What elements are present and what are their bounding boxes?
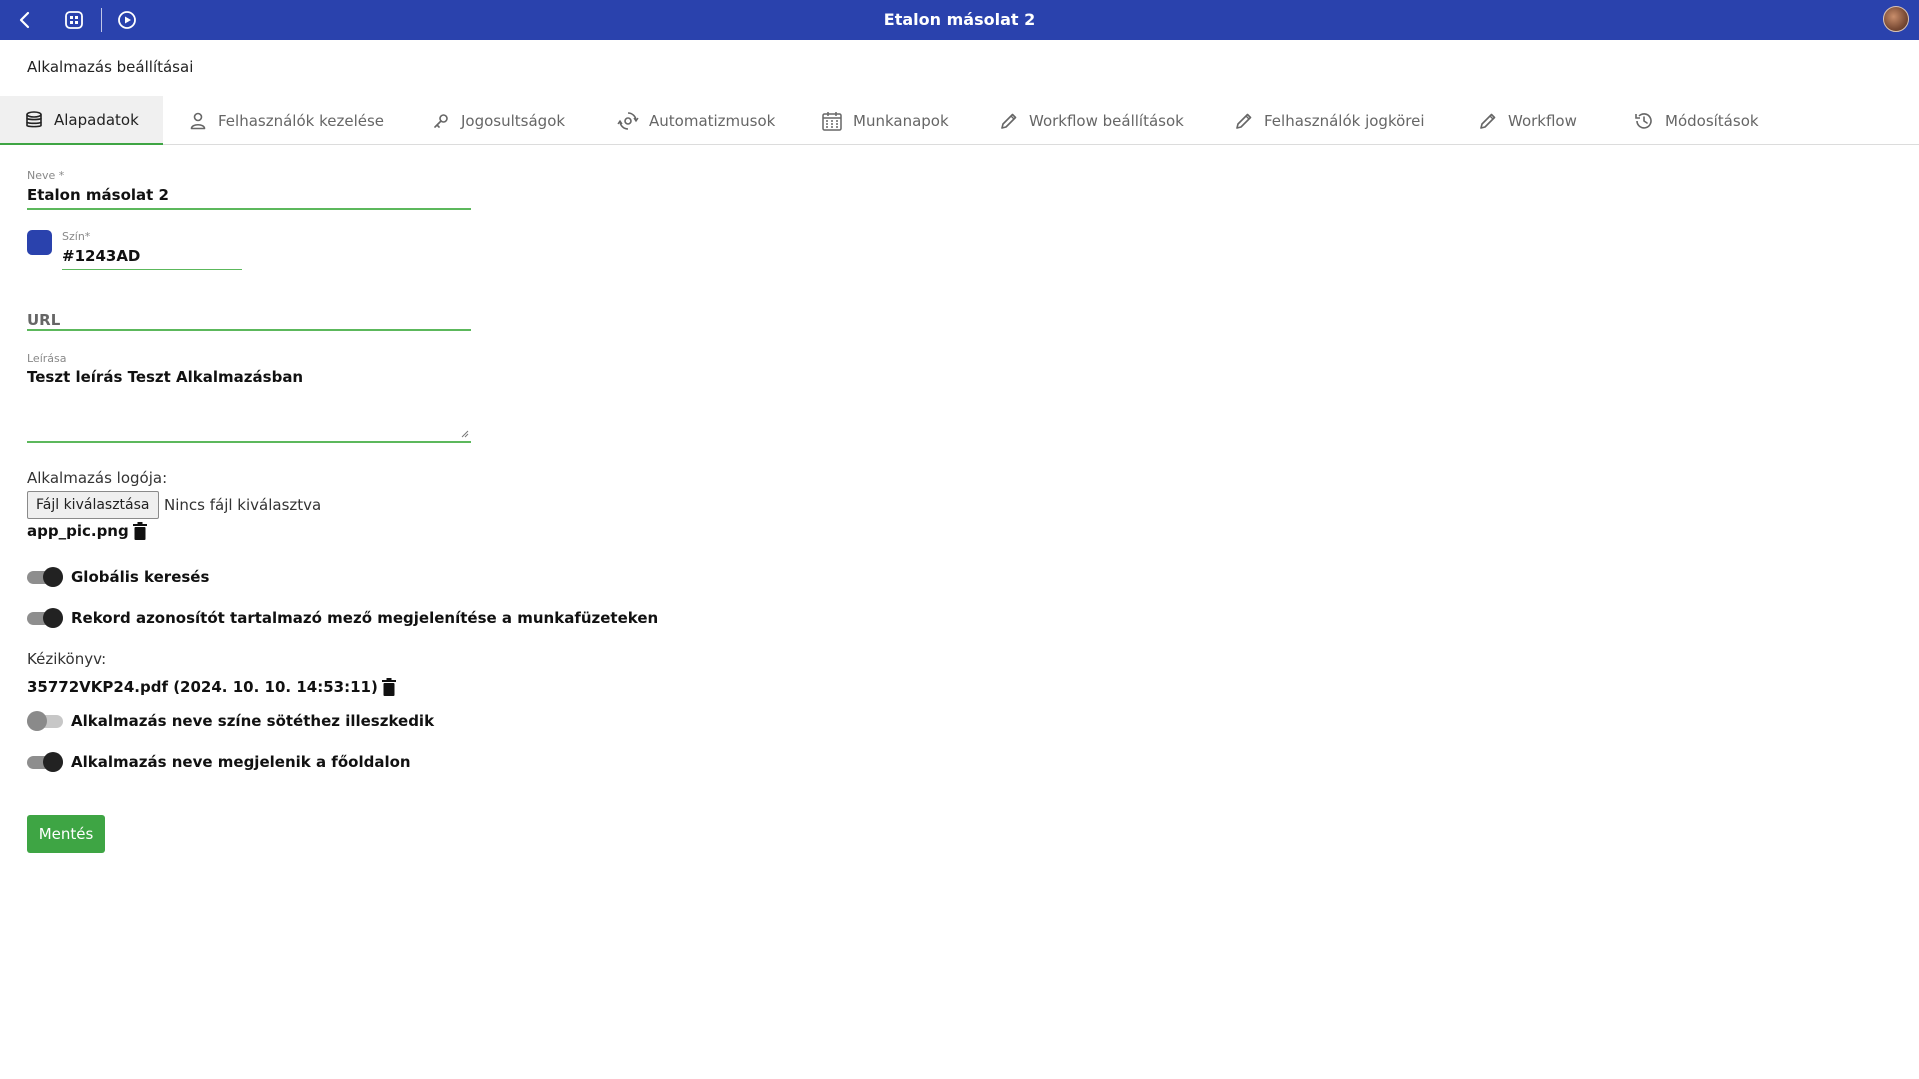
toggle-row-record-id: Rekord azonosítót tartalmazó mező megjel… [27, 608, 658, 628]
dark-name-toggle[interactable] [27, 711, 63, 731]
tab-label: Felhasználók kezelése [218, 111, 385, 130]
logo-file-name: app_pic.png [27, 522, 129, 540]
toggle-row-dark-name: Alkalmazás neve színe sötéthez illeszked… [27, 711, 434, 731]
user-icon [190, 112, 206, 129]
save-button[interactable]: Mentés [27, 815, 105, 853]
toggle-label: Rekord azonosítót tartalmazó mező megjel… [71, 609, 659, 627]
manual-label: Kézikönyv: [27, 650, 107, 668]
name-field-label: Neve * [27, 169, 65, 182]
color-input[interactable]: #1243AD [62, 247, 140, 265]
url-input[interactable]: URL [27, 311, 60, 329]
tab-munkanapok[interactable]: Munkanapok [797, 96, 973, 145]
tab-label: Workflow beállítások [1029, 111, 1184, 130]
toggle-label: Globális keresés [71, 568, 210, 586]
choose-file-button[interactable]: Fájl kiválasztása [27, 491, 159, 519]
name-field-underline [27, 208, 471, 210]
color-field-underline [62, 269, 242, 270]
page-heading: Alkalmazás beállításai [27, 58, 194, 76]
tab-label: Alapadatok [54, 110, 139, 129]
manual-file-row: 35772VKP24.pdf (2024. 10. 10. 14:53:11) [27, 678, 396, 696]
toggle-row-show-on-home: Alkalmazás neve megjelenik a főoldalon [27, 752, 411, 772]
color-field-label: Szín* [62, 230, 91, 243]
tab-bar: Alapadatok Felhasználók kezelése Jogosul… [0, 96, 1919, 145]
toggle-label: Alkalmazás neve színe sötéthez illeszked… [71, 712, 435, 730]
record-id-toggle[interactable] [27, 608, 63, 628]
window-title: Etalon másolat 2 [883, 10, 1036, 29]
trash-icon [381, 678, 396, 696]
tab-felhasznalok-kezelese[interactable]: Felhasználók kezelése [164, 96, 408, 145]
top-bar: Etalon másolat 2 [0, 0, 1919, 40]
tab-jogosultsagok[interactable]: Jogosultságok [407, 96, 589, 145]
color-swatch[interactable] [27, 230, 52, 255]
tab-label: Workflow [1508, 111, 1577, 130]
global-search-toggle[interactable] [27, 567, 63, 587]
description-textarea[interactable]: Teszt leírás Teszt Alkalmazásban [27, 368, 303, 386]
pencil-icon [1480, 113, 1496, 129]
description-field-label: Leírása [27, 352, 67, 365]
delete-logo-button[interactable] [132, 522, 147, 540]
delete-manual-button[interactable] [381, 678, 396, 696]
pencil-icon [1001, 113, 1017, 129]
description-field-underline [27, 441, 471, 443]
toggle-label: Alkalmazás neve megjelenik a főoldalon [71, 753, 411, 771]
tab-label: Automatizmusok [649, 111, 776, 130]
logo-label: Alkalmazás logója: [27, 469, 168, 487]
tab-label: Munkanapok [853, 111, 949, 130]
tab-label: Felhasználók jogkörei [1264, 111, 1425, 130]
logo-file-row: app_pic.png [27, 522, 147, 540]
trash-icon [132, 522, 147, 540]
user-avatar[interactable] [1883, 6, 1909, 32]
tab-felhasznalok-jogkorei[interactable]: Felhasználók jogkörei [1210, 96, 1449, 145]
tab-modositasok[interactable]: Módosítások [1609, 96, 1783, 145]
no-file-text: Nincs fájl kiválasztva [164, 496, 322, 514]
gear-cycle-icon [617, 111, 639, 130]
tab-alapadatok[interactable]: Alapadatok [0, 96, 163, 145]
calendar-icon [822, 111, 842, 131]
database-icon [26, 110, 42, 127]
tab-label: Módosítások [1665, 111, 1759, 130]
toggle-row-global-search: Globális keresés [27, 567, 209, 587]
tab-label: Jogosultságok [461, 111, 566, 130]
tab-automatizmusok[interactable]: Automatizmusok [593, 96, 799, 145]
key-icon [434, 113, 448, 128]
resize-grip-icon[interactable] [461, 430, 469, 438]
history-icon [1635, 112, 1652, 129]
show-on-home-toggle[interactable] [27, 752, 63, 772]
name-input[interactable]: Etalon másolat 2 [27, 186, 169, 204]
manual-file-name: 35772VKP24.pdf (2024. 10. 10. 14:53:11) [27, 678, 378, 696]
tab-workflow[interactable]: Workflow [1454, 96, 1601, 145]
tab-workflow-beallitasok[interactable]: Workflow beállítások [975, 96, 1208, 145]
url-field-underline [27, 329, 471, 331]
pencil-icon [1236, 113, 1252, 129]
